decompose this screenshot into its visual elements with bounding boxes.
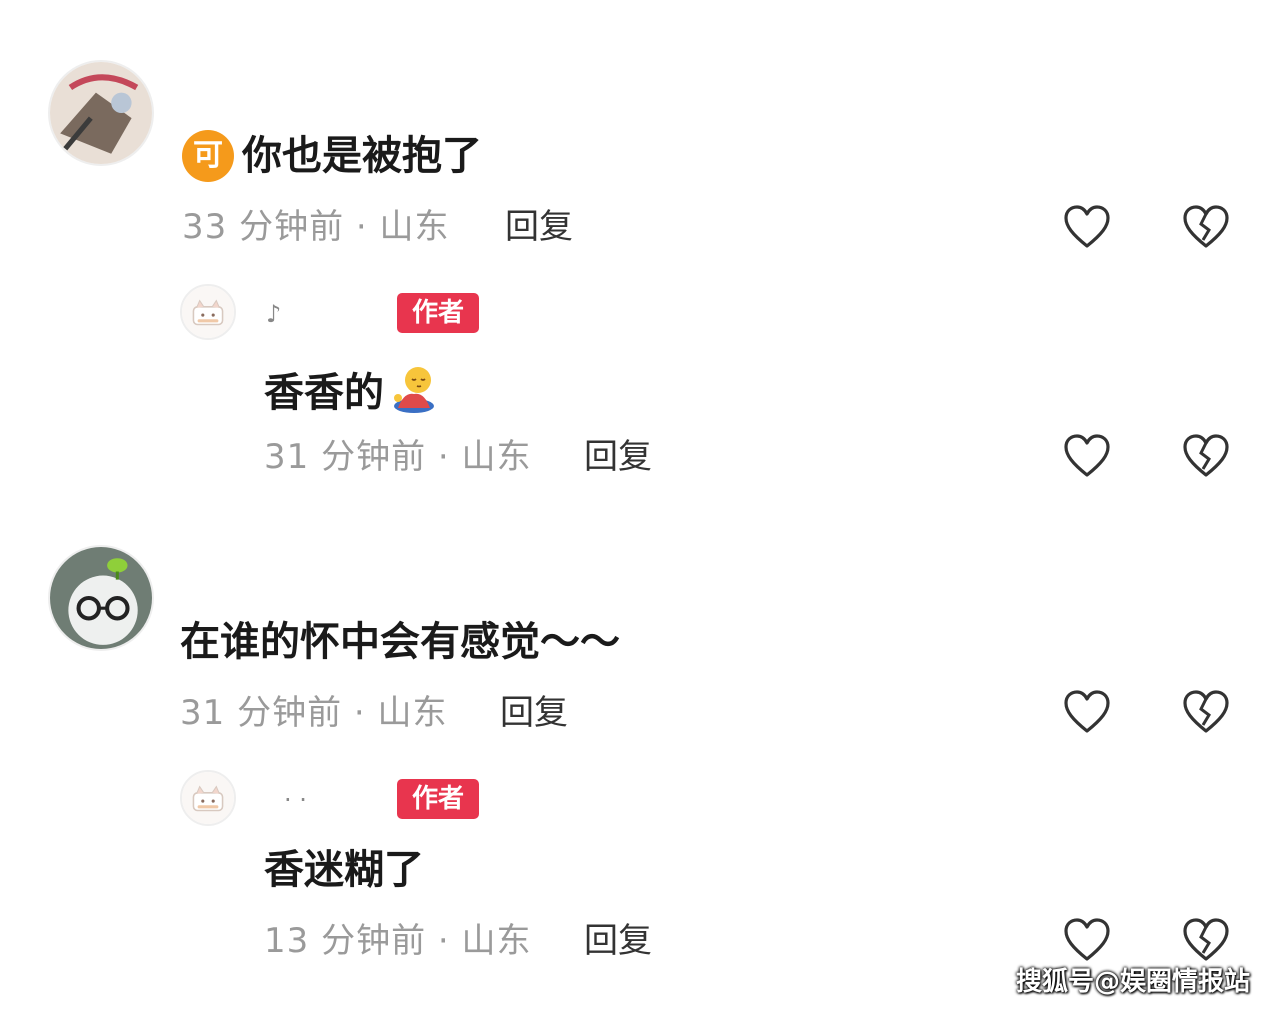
author-avatar[interactable] [180, 284, 236, 340]
comment-text: 你也是被抱了 [242, 133, 482, 179]
user-avatar[interactable] [48, 60, 154, 166]
reply-button[interactable]: 回复 [505, 210, 573, 244]
author-badge: 作者 [397, 779, 479, 819]
reply-button[interactable]: 回复 [500, 696, 568, 730]
broken-heart-icon[interactable] [1181, 687, 1231, 737]
broken-heart-icon[interactable] [1181, 915, 1231, 965]
comment-text: 在谁的怀中会有感觉～～ [180, 619, 620, 665]
reply-button[interactable]: 回复 [584, 924, 652, 958]
broken-heart-icon[interactable] [1181, 431, 1231, 481]
cat-avatar-image [182, 286, 234, 338]
avatar-image [50, 62, 152, 164]
heart-outline-icon[interactable] [1062, 431, 1112, 481]
reply-timestamp: 31 分钟前 · 山东 [264, 437, 532, 477]
cat-avatar-image [182, 772, 234, 824]
user-avatar[interactable] [48, 545, 154, 651]
reply-text: 香香的 [264, 364, 438, 414]
author-avatar[interactable] [180, 770, 236, 826]
comment-timestamp: 31 分钟前 · 山东 [180, 693, 448, 733]
author-nickname[interactable]: ♪ [266, 300, 281, 328]
comment-timestamp: 33 分钟前 · 山东 [182, 207, 450, 247]
author-nickname[interactable]: · · [284, 786, 307, 814]
reply-timestamp: 13 分钟前 · 山东 [264, 921, 532, 961]
broken-heart-icon[interactable] [1181, 202, 1231, 252]
avatar-image [50, 547, 152, 649]
watermark: 搜狐号@娱圈情报站 [1015, 967, 1250, 997]
heart-outline-icon[interactable] [1062, 687, 1112, 737]
author-badge: 作者 [397, 293, 479, 333]
sleepy-emoji-icon [390, 364, 438, 414]
reply-text-content: 香香的 [264, 370, 384, 416]
reply-button[interactable]: 回复 [584, 440, 652, 474]
reply-text: 香迷糊了 [264, 847, 424, 893]
heart-outline-icon[interactable] [1062, 915, 1112, 965]
level-badge: 可 [182, 130, 234, 182]
heart-outline-icon[interactable] [1062, 202, 1112, 252]
